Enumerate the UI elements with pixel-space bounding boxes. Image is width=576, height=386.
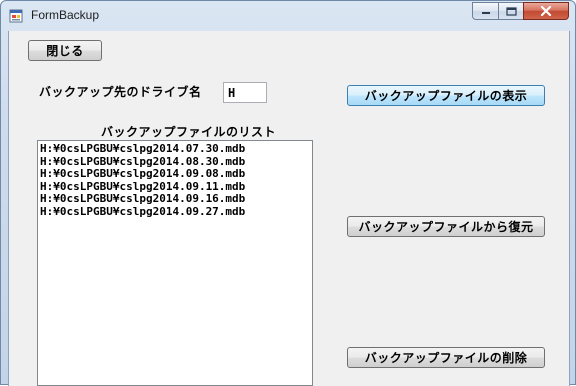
maximize-button[interactable] <box>498 2 524 20</box>
minimize-button[interactable] <box>472 2 499 20</box>
maximize-icon <box>505 6 517 16</box>
backup-file-list[interactable]: H:¥0csLPGBU¥cslpg2014.07.30.mdb H:¥0csLP… <box>37 140 313 386</box>
drive-name-input[interactable]: H <box>223 82 267 103</box>
minimize-icon <box>481 12 490 14</box>
close-icon <box>540 6 552 16</box>
app-window: FormBackup 閉じる バックアップ先のドライブ名 H バックアップファイ… <box>0 0 576 386</box>
list-item[interactable]: H:¥0csLPGBU¥cslpg2014.07.30.mdb <box>38 142 312 156</box>
list-item[interactable]: H:¥0csLPGBU¥cslpg2014.09.16.mdb <box>38 192 312 206</box>
form-client-area: 閉じる バックアップ先のドライブ名 H バックアップファイルの表示 バックアップ… <box>8 31 570 386</box>
delete-backup-file-button[interactable]: バックアップファイルの削除 <box>347 347 545 368</box>
show-backup-files-button[interactable]: バックアップファイルの表示 <box>347 85 545 106</box>
list-item[interactable]: H:¥0csLPGBU¥cslpg2014.09.08.mdb <box>38 167 312 181</box>
list-item[interactable]: H:¥0csLPGBU¥cslpg2014.09.27.mdb <box>38 205 312 219</box>
drive-name-label: バックアップ先のドライブ名 <box>39 85 202 99</box>
window-title: FormBackup <box>31 8 100 22</box>
form-app-icon <box>9 9 23 23</box>
restore-from-backup-button[interactable]: バックアップファイルから復元 <box>347 216 545 237</box>
close-form-button[interactable]: 閉じる <box>28 40 102 61</box>
close-window-button[interactable] <box>523 2 569 20</box>
backup-list-label: バックアップファイルのリスト <box>101 125 277 139</box>
title-bar[interactable]: FormBackup <box>1 1 575 31</box>
